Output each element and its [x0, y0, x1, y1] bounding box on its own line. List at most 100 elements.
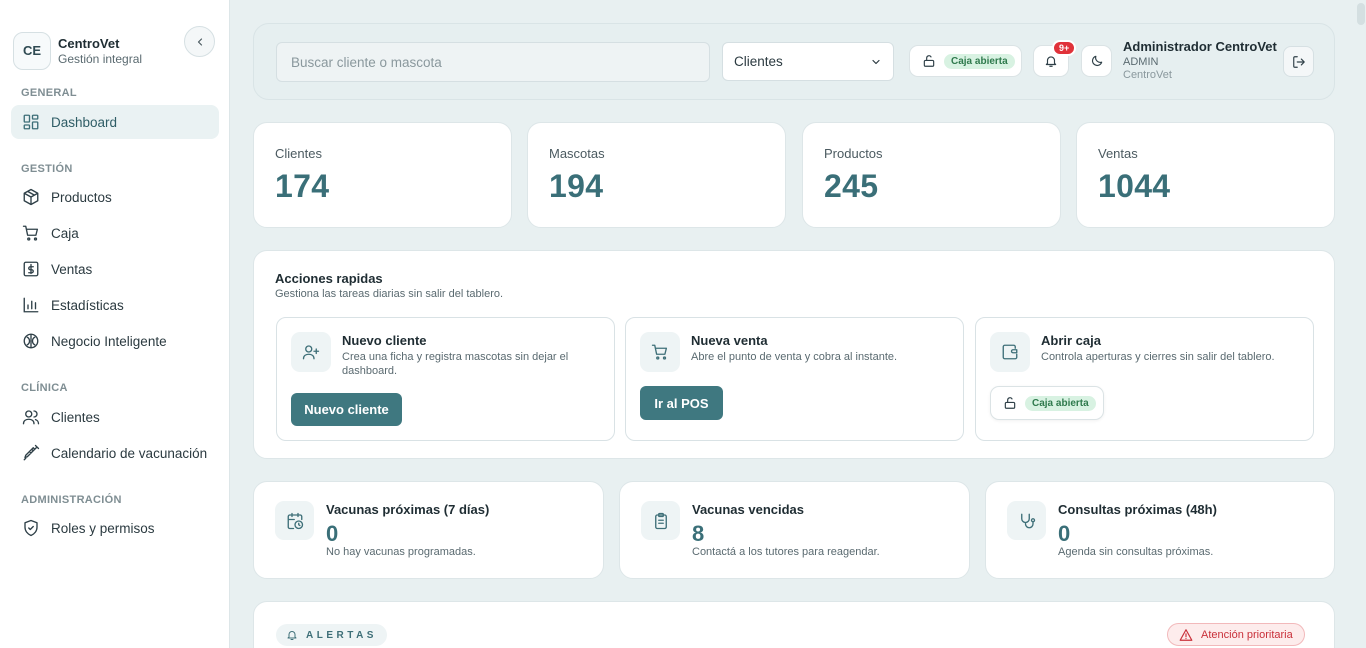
- nuevo-cliente-button[interactable]: Nuevo cliente: [291, 393, 402, 426]
- theme-toggle-button[interactable]: [1081, 45, 1112, 77]
- notifications-count-badge: 9+: [1052, 40, 1077, 56]
- action-title: Nueva venta: [691, 333, 768, 348]
- dashboard-icon: [23, 114, 39, 130]
- caja-status-badge: Caja abierta: [1025, 395, 1096, 411]
- collapse-sidebar-button[interactable]: [184, 26, 215, 57]
- info-description: Agenda sin consultas próximas.: [1058, 546, 1214, 558]
- nav-section-gestion: GESTIÓN: [21, 163, 73, 175]
- brand-name: CentroVet: [58, 35, 120, 51]
- alerts-tag: ALERTAS: [276, 624, 387, 646]
- info-card-vacunas-proximas: Vacunas próximas (7 días) 0 No hay vacun…: [253, 481, 604, 579]
- stat-card-clientes: Clientes 174: [253, 122, 512, 228]
- clipboard-icon: [641, 501, 680, 540]
- sidebar-item-label: Negocio Inteligente: [51, 333, 167, 349]
- action-title: Nuevo cliente: [342, 333, 427, 348]
- user-org: CentroVet: [1123, 69, 1172, 81]
- alerts-label: ALERTAS: [306, 629, 377, 641]
- stat-value: 194: [549, 168, 604, 204]
- sidebar-item-label: Calendario de vacunación: [51, 445, 208, 461]
- info-card-vacunas-vencidas: Vacunas vencidas 8 Contactá a los tutore…: [619, 481, 970, 579]
- sidebar-item-roles-permisos[interactable]: Roles y permisos: [11, 511, 219, 545]
- priority-badge: Atención prioritaria: [1167, 623, 1305, 646]
- stat-label: Mascotas: [549, 146, 605, 161]
- sidebar-item-caja[interactable]: Caja: [11, 216, 219, 250]
- action-description: Crea una ficha y registra mascotas sin d…: [342, 351, 569, 377]
- sidebar-item-label: Estadísticas: [51, 297, 124, 313]
- quick-actions-subtitle: Gestiona las tareas diarias sin salir de…: [275, 288, 504, 300]
- stat-value: 1044: [1098, 168, 1171, 204]
- abrir-caja-status-button[interactable]: Caja abierta: [990, 386, 1104, 420]
- stat-label: Clientes: [275, 146, 322, 161]
- wallet-icon: [990, 332, 1030, 372]
- caja-status-button[interactable]: Caja abierta: [909, 45, 1022, 77]
- stat-value: 174: [275, 168, 330, 204]
- topbar: Clientes Caja abierta 9+ Administrador C…: [253, 23, 1335, 100]
- shield-icon: [24, 519, 38, 537]
- sidebar-item-dashboard[interactable]: Dashboard: [11, 105, 219, 139]
- alerts-panel: ALERTAS Atención prioritaria: [253, 601, 1335, 648]
- quick-actions-panel: Acciones rapidas Gestiona las tareas dia…: [253, 250, 1335, 459]
- search-input[interactable]: [276, 42, 710, 82]
- sidebar-item-negocio-inteligente[interactable]: Negocio Inteligente: [11, 324, 219, 358]
- user-role: ADMIN: [1123, 56, 1159, 68]
- cart-icon: [22, 225, 39, 241]
- lock-open-icon: [1004, 397, 1016, 409]
- lock-open-icon: [923, 55, 935, 67]
- caja-status-badge: Caja abierta: [944, 53, 1015, 69]
- stat-card-productos: Productos 245: [802, 122, 1061, 228]
- sidebar-item-calendario-vacunacion[interactable]: Calendario de vacunación: [11, 436, 219, 470]
- info-title: Vacunas vencidas: [692, 502, 805, 517]
- brand-subtitle: Gestión integral: [58, 51, 143, 66]
- syringe-icon: [23, 444, 40, 461]
- sidebar-item-productos[interactable]: Productos: [11, 180, 219, 214]
- action-description: Abre el punto de venta y cobra al instan…: [691, 351, 898, 363]
- sidebar-item-label: Caja: [51, 225, 79, 241]
- stat-label: Productos: [824, 146, 883, 161]
- info-description: Contactá a los tutores para reagendar.: [692, 546, 880, 558]
- quick-actions-title: Acciones rapidas: [275, 271, 383, 286]
- moon-icon: [1091, 55, 1102, 66]
- bell-icon: [287, 631, 297, 640]
- info-title: Consultas próximas (48h): [1058, 502, 1217, 517]
- logout-button[interactable]: [1283, 46, 1314, 77]
- info-title: Vacunas próximas (7 días): [326, 502, 490, 517]
- stethoscope-icon: [1007, 501, 1046, 540]
- user-info: Administrador CentroVet ADMIN CentroVet: [1123, 39, 1277, 81]
- chevron-left-icon: [197, 37, 202, 46]
- sidebar-item-clientes[interactable]: Clientes: [11, 400, 219, 434]
- notifications-button[interactable]: 9+: [1033, 40, 1077, 77]
- info-card-consultas-proximas: Consultas próximas (48h) 0 Agenda sin co…: [985, 481, 1335, 579]
- sidebar: CE CentroVet Gestión integral GENERAL Da…: [0, 0, 230, 648]
- calendar-clock-icon: [275, 501, 314, 540]
- user-plus-icon: [291, 332, 331, 372]
- info-value: 0: [1058, 521, 1071, 546]
- logout-icon: [1292, 55, 1305, 68]
- sidebar-item-label: Roles y permisos: [51, 520, 155, 536]
- chevron-down-icon: [872, 59, 880, 65]
- sidebar-item-label: Clientes: [51, 409, 100, 425]
- action-description: Controla aperturas y cierres sin salir d…: [1041, 351, 1275, 363]
- info-description: No hay vacunas programadas.: [326, 546, 476, 558]
- stat-value: 245: [824, 168, 879, 204]
- sidebar-item-label: Ventas: [51, 261, 93, 277]
- action-card-nueva-venta: Nueva venta Abre el punto de venta y cob…: [625, 317, 964, 441]
- search-scope-select[interactable]: Clientes: [722, 42, 894, 81]
- brain-icon: [23, 333, 39, 349]
- nav-section-administracion: ADMINISTRACIÓN: [21, 494, 122, 506]
- stat-card-mascotas: Mascotas 194: [527, 122, 786, 228]
- priority-label: Atención prioritaria: [1201, 628, 1293, 641]
- sidebar-item-ventas[interactable]: Ventas: [11, 252, 219, 286]
- sidebar-item-estadisticas[interactable]: Estadísticas: [11, 288, 219, 322]
- page-scrollbar[interactable]: [1357, 3, 1365, 25]
- nav-section-general: GENERAL: [21, 87, 77, 99]
- info-value: 0: [326, 521, 339, 546]
- box-icon: [23, 188, 39, 206]
- warning-icon: [1179, 628, 1193, 641]
- info-value: 8: [692, 521, 705, 546]
- nav-section-clinica: CLÍNICA: [21, 382, 68, 394]
- users-icon: [22, 410, 40, 425]
- select-value: Clientes: [734, 54, 783, 69]
- bell-icon: [1045, 56, 1057, 67]
- ir-al-pos-button[interactable]: Ir al POS: [640, 386, 723, 420]
- stat-label: Ventas: [1098, 146, 1138, 161]
